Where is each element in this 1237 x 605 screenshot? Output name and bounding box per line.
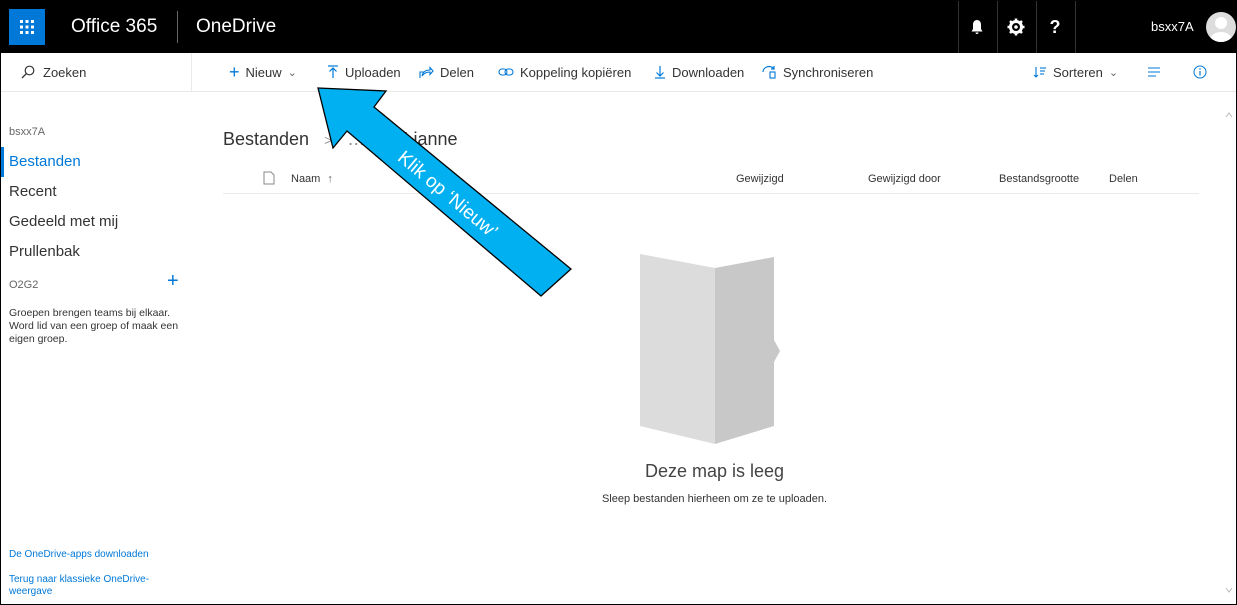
download-label: Downloaden [672,64,745,80]
sort-label: Sorteren [1053,64,1103,80]
share-label: Delen [440,64,474,80]
info-icon [1193,65,1207,79]
upload-label: Uploaden [345,64,401,80]
onedrive-window: Office 365 OneDrive ? bsxx7A + Nieuw ⌄ [0,0,1237,605]
view-options-button[interactable] [1147,53,1167,91]
vertical-scrollbar[interactable] [1222,93,1236,604]
sync-label: Synchroniseren [783,64,874,80]
link-icon [498,66,514,78]
download-button[interactable]: Downloaden [654,53,744,91]
topbar-spacer [1075,1,1116,53]
bell-icon[interactable] [958,1,995,53]
column-modified[interactable]: Gewijzigd [736,173,784,185]
upload-icon [327,65,339,79]
plus-icon: + [229,61,240,82]
column-file-size[interactable]: Bestandsgrootte [999,173,1079,185]
new-label: Nieuw [245,64,282,80]
top-bar: Office 365 OneDrive ? bsxx7A [1,1,1236,53]
sync-button[interactable]: Synchroniseren [761,53,873,91]
sidebar-item-recent[interactable]: Recent [1,177,191,207]
sidebar-item-shared[interactable]: Gedeeld met mij [1,207,191,237]
column-modified-by[interactable]: Gewijzigd door [868,173,941,185]
groups-label: O2G2 [9,279,39,291]
download-apps-link[interactable]: De OneDrive-apps downloaden [9,549,184,561]
chevron-down-icon: ⌄ [287,66,297,79]
classic-onedrive-link[interactable]: Terug naar klassieke OneDrive-weergave [9,574,184,598]
add-group-plus-icon[interactable]: + [167,271,179,291]
sync-icon [761,65,777,79]
copy-link-label: Koppeling kopiëren [520,64,632,80]
office-365-brand[interactable]: Office 365 [71,1,157,53]
breadcrumb-item-files[interactable]: Bestanden [223,129,309,149]
new-button[interactable]: + Nieuw ⌄ [229,53,297,91]
groups-description: Groepen brengen teams bij elkaar. Word l… [9,307,179,345]
share-icon [419,65,434,79]
avatar[interactable] [1206,12,1236,42]
annotation-text: Klik op ‘Nieuw’ [393,147,501,243]
empty-folder-subtitle: Sleep bestanden hierheen om ze te upload… [601,493,828,505]
waffle-icon[interactable] [9,9,45,45]
sidebar-item-recycle-bin[interactable]: Prullenbak [1,237,191,267]
info-pane-button[interactable] [1193,53,1213,91]
left-navigation: bsxx7A Bestanden Recent Gedeeld met mij … [1,91,191,604]
app-launcher-grid-icon [20,20,34,34]
username[interactable]: bsxx7A [1151,1,1194,53]
help-icon[interactable]: ? [1036,1,1073,53]
download-icon [654,65,666,79]
column-sharing[interactable]: Delen [1109,173,1138,185]
empty-folder-illustration [640,254,780,444]
sidebar-item-files[interactable]: Bestanden [1,147,191,177]
app-name[interactable]: OneDrive [196,1,276,53]
search-input[interactable] [41,63,165,81]
empty-folder-title: Deze map is leeg [644,461,785,481]
chevron-down-icon: ⌄ [1108,66,1119,79]
sort-button[interactable]: Sorteren ⌄ [1033,53,1118,91]
search-box[interactable] [1,53,192,91]
list-view-icon [1147,67,1161,77]
sidebar-user: bsxx7A [9,126,46,138]
command-bar: + Nieuw ⌄ Uploaden Delen Koppeling kopië… [1,53,1236,92]
sort-icon [1033,66,1047,78]
annotation-arrow: Klik op ‘Nieuw’ [317,87,572,297]
gear-icon[interactable] [997,1,1034,53]
search-icon [21,65,35,79]
file-type-icon [263,171,275,188]
topbar-divider [177,11,178,43]
